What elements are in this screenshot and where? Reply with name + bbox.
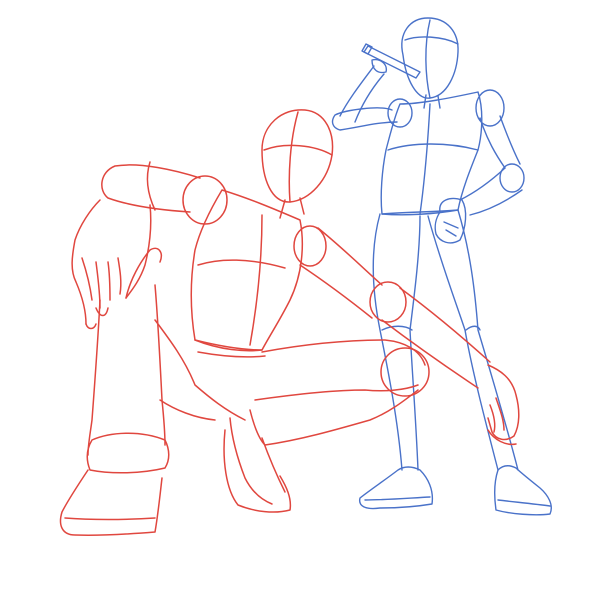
- crouching-figure-bent-leg: [223, 339, 430, 513]
- standing-figure-hip-arm: [434, 89, 525, 244]
- crouching-figure-extended-arm: [293, 225, 520, 446]
- standing-figure-head: [401, 17, 459, 109]
- standing-figure-feet: [358, 465, 552, 516]
- standing-figure-bat: [361, 43, 421, 79]
- standing-figure: [331, 17, 552, 516]
- crouching-figure-head: [261, 109, 334, 219]
- crouching-figure-pointing-arm: [71, 161, 228, 330]
- standing-figure-legs: [372, 209, 519, 471]
- crouching-figure-torso: [190, 189, 304, 358]
- sketch-canvas: [0, 0, 600, 600]
- crouching-figure: [59, 109, 520, 537]
- crouching-figure-planted-leg: [59, 284, 246, 537]
- pose-sketch: [59, 17, 552, 537]
